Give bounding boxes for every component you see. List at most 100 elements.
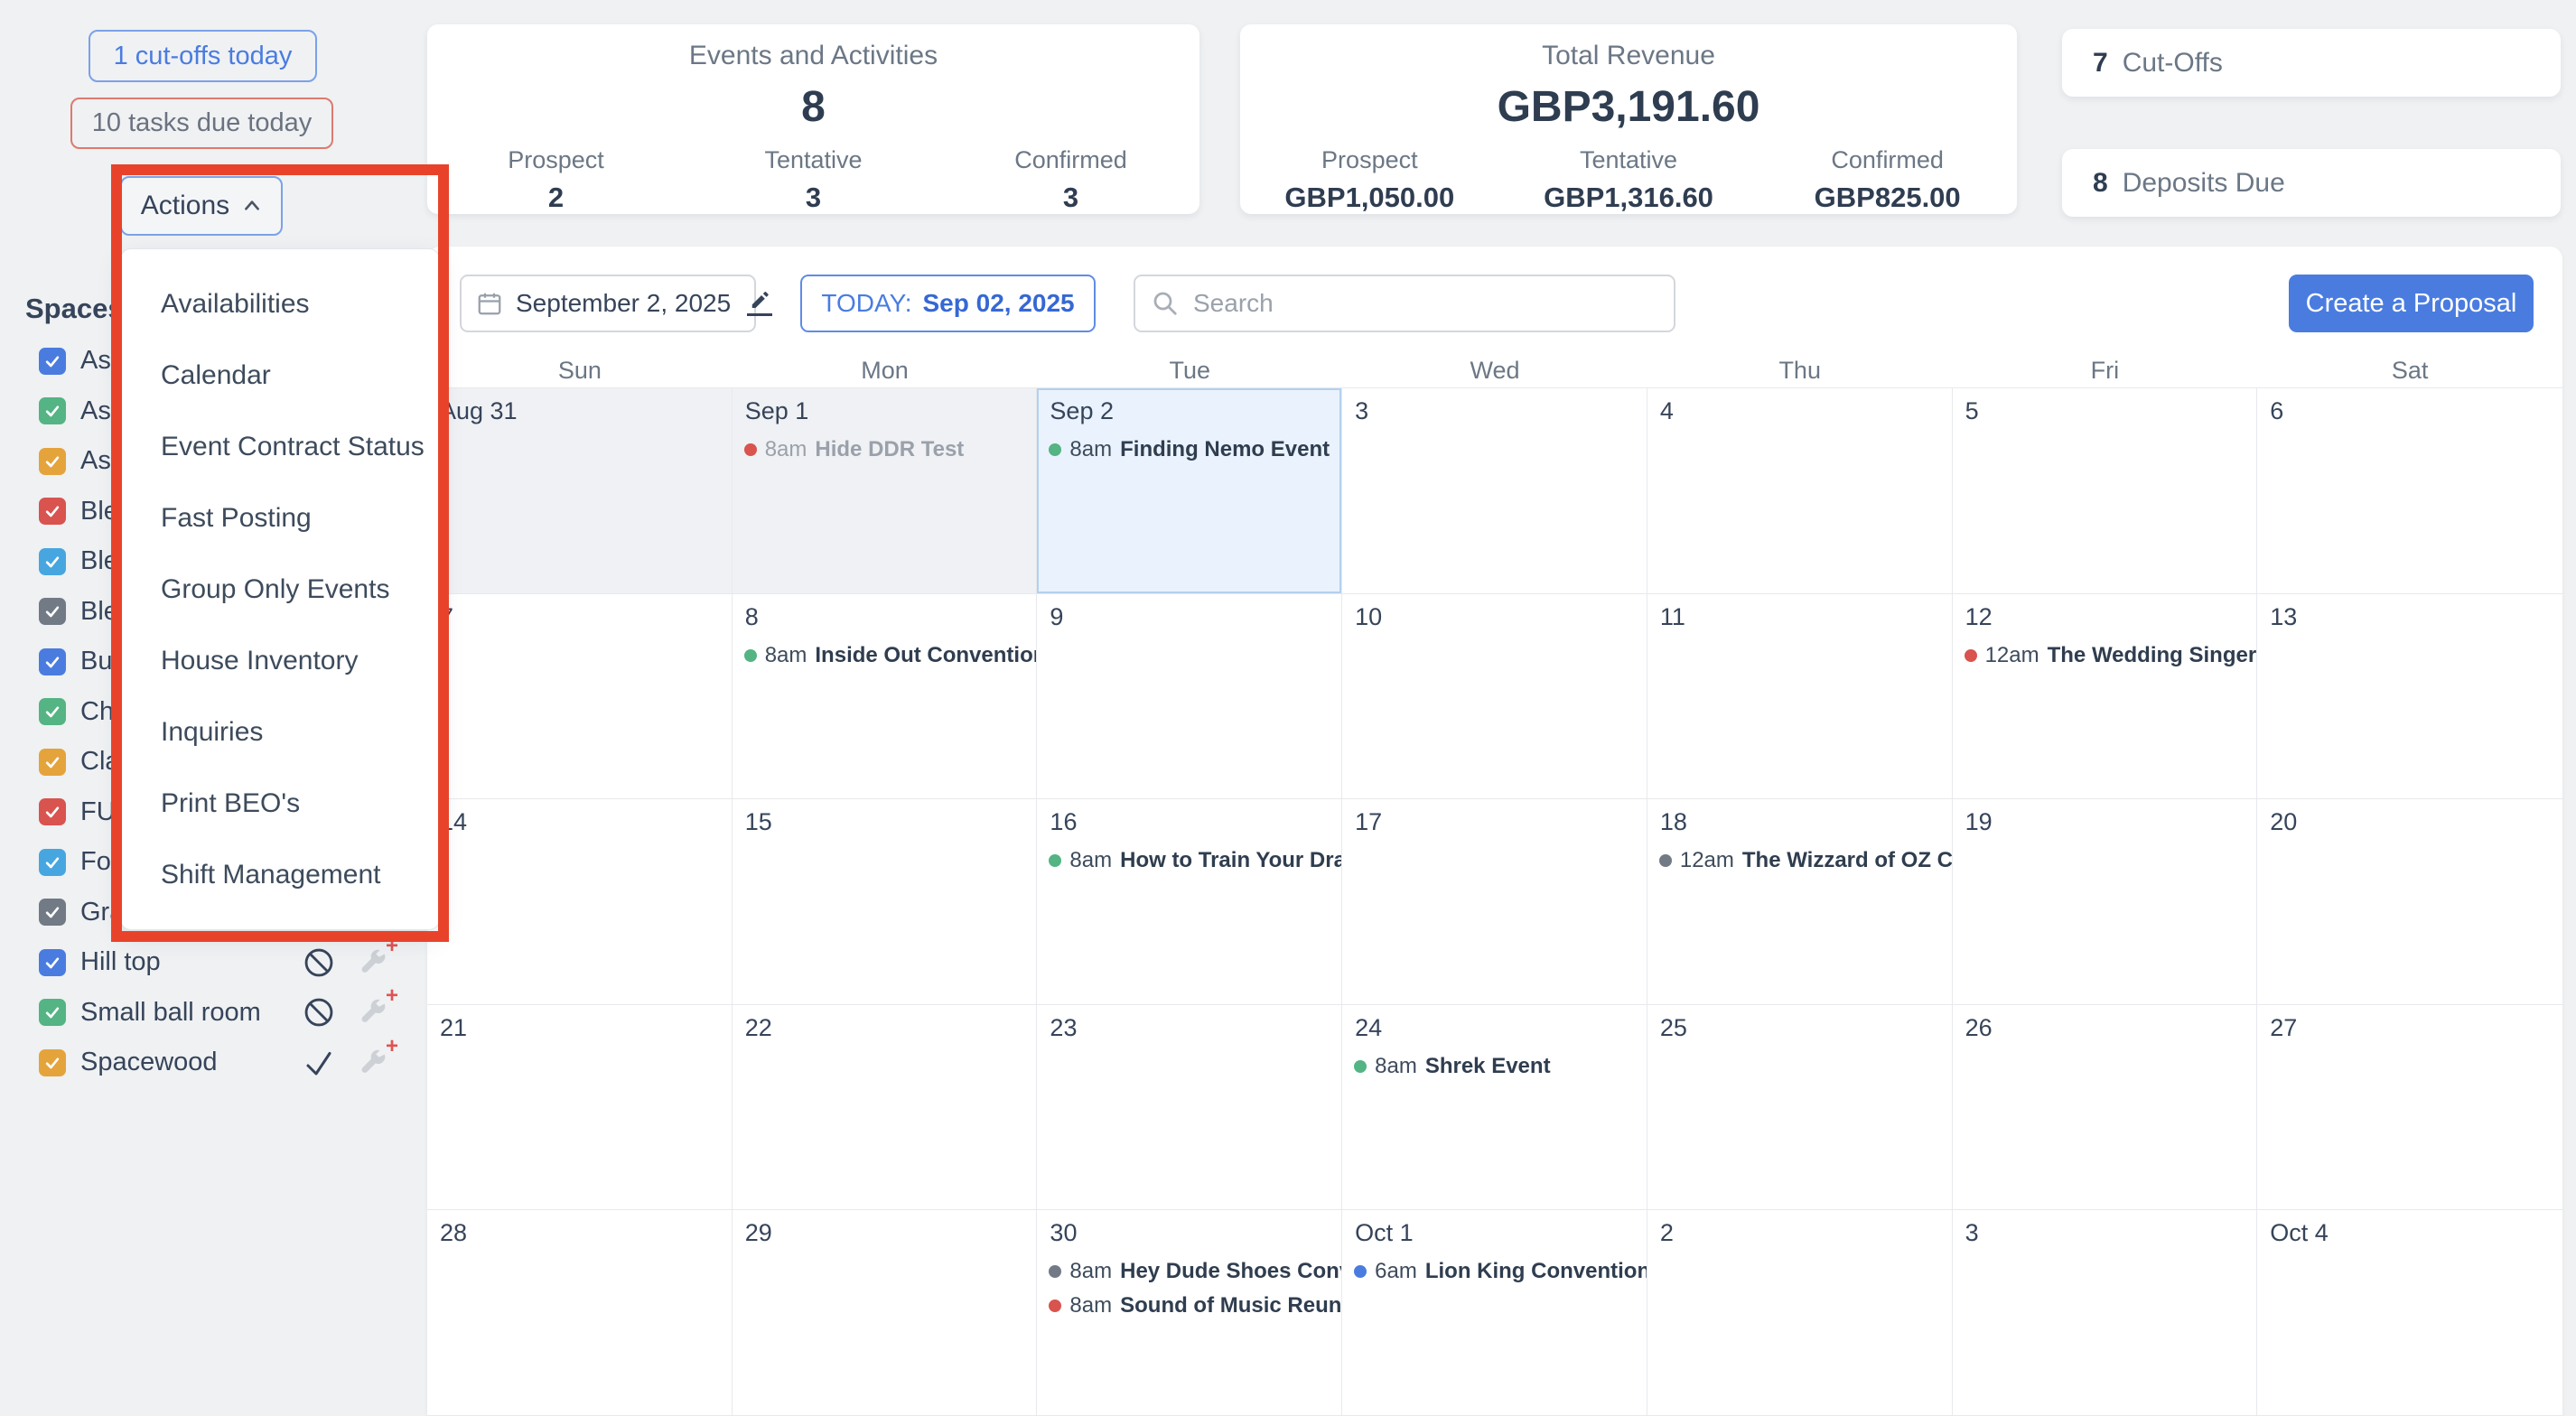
space-checkbox[interactable] <box>39 849 66 876</box>
total-revenue-card: Total Revenue GBP3,191.60 Prospect GBP1,… <box>1240 24 2017 214</box>
calendar-day-cell[interactable]: 5 <box>1953 388 2258 594</box>
calendar-day-cell[interactable]: 11 <box>1647 594 1953 800</box>
calendar-day-cell[interactable]: 18 12am The Wizzard of OZ Co <box>1647 799 1953 1005</box>
calendar-day-cell[interactable]: 6 <box>2257 388 2562 594</box>
calendar-event[interactable]: 8am Hey Dude Shoes Conve <box>1037 1254 1341 1289</box>
cutoffs-today-button[interactable]: 1 cut-offs today <box>89 30 317 82</box>
calendar-event[interactable]: 8am Shrek Event <box>1342 1049 1647 1084</box>
wrench-icon[interactable]: + <box>351 1045 393 1081</box>
checkmark-icon <box>303 1047 335 1079</box>
calendar-day-cell[interactable]: Oct 1 6am Lion King Convention <box>1342 1210 1647 1416</box>
pencil-icon[interactable] <box>747 291 772 316</box>
calendar-day-cell[interactable]: 28 <box>427 1210 733 1416</box>
calendar-event[interactable]: 8am Hide DDR Test <box>733 433 1037 467</box>
calendar-day-cell[interactable]: 9 <box>1037 594 1342 800</box>
calendar-day-cell[interactable]: 25 <box>1647 1005 1953 1211</box>
calendar-day-cell[interactable]: 10 <box>1342 594 1647 800</box>
actions-menu-item[interactable]: Event Contract Status <box>121 411 439 482</box>
calendar-day-cell[interactable]: 27 <box>2257 1005 2562 1211</box>
calendar-day-cell[interactable]: 15 <box>733 799 1038 1005</box>
day-number: 28 <box>427 1210 732 1247</box>
space-checkbox[interactable] <box>39 397 66 424</box>
event-title: The Wizzard of OZ Co <box>1742 848 1952 873</box>
create-proposal-button[interactable]: Create a Proposal <box>2289 275 2534 332</box>
calendar-day-cell[interactable]: 24 8am Shrek Event <box>1342 1005 1647 1211</box>
calendar-day-cell[interactable]: 12 12am The Wedding Singer <box>1953 594 2258 800</box>
weekday-label: Fri <box>1953 357 2258 385</box>
calendar-day-cell[interactable]: Sep 2 8am Finding Nemo Event <box>1037 388 1342 594</box>
space-checkbox[interactable] <box>39 698 66 725</box>
day-number: 12 <box>1953 594 2257 631</box>
day-number: 27 <box>2257 1005 2562 1042</box>
calendar-day-cell[interactable]: 3 <box>1953 1210 2258 1416</box>
actions-menu-item[interactable]: Print BEO's <box>121 768 439 839</box>
actions-menu-item[interactable]: Shift Management <box>121 839 439 910</box>
day-number: 2 <box>1647 1210 1952 1247</box>
space-checkbox[interactable] <box>39 949 66 976</box>
calendar-day-cell[interactable]: 16 8am How to Train Your Drag <box>1037 799 1342 1005</box>
calendar-day-cell[interactable]: 23 <box>1037 1005 1342 1211</box>
calendar-event[interactable]: 8am Inside Out Convention <box>733 638 1037 673</box>
calendar-day-cell[interactable]: 2 <box>1647 1210 1953 1416</box>
event-time: 8am <box>1069 1259 1112 1284</box>
day-number: 5 <box>1953 388 2257 425</box>
space-checkbox[interactable] <box>39 1049 66 1076</box>
space-checkbox[interactable] <box>39 348 66 375</box>
space-checkbox[interactable] <box>39 899 66 926</box>
wrench-icon[interactable]: + <box>351 945 393 981</box>
calendar-day-cell[interactable]: 13 <box>2257 594 2562 800</box>
calendar-icon <box>476 290 503 317</box>
calendar-event[interactable]: 12am The Wizzard of OZ Co <box>1647 843 1952 878</box>
calendar-day-cell[interactable]: 4 <box>1647 388 1953 594</box>
calendar-day-cell[interactable]: 22 <box>733 1005 1038 1211</box>
space-checkbox[interactable] <box>39 448 66 475</box>
space-checkbox[interactable] <box>39 548 66 575</box>
calendar-day-cell[interactable]: 29 <box>733 1210 1038 1416</box>
calendar-event[interactable]: 12am The Wedding Singer <box>1953 638 2257 673</box>
actions-menu-item[interactable]: Group Only Events <box>121 554 439 625</box>
event-status-dot <box>1049 1300 1061 1312</box>
summary-card[interactable]: 8 Deposits Due <box>2062 149 2561 217</box>
calendar-day-cell[interactable]: 8 8am Inside Out Convention <box>733 594 1038 800</box>
actions-menu-item[interactable]: Availabilities <box>121 268 439 340</box>
calendar-day-cell[interactable]: Oct 4 <box>2257 1210 2562 1416</box>
space-checkbox[interactable] <box>39 749 66 776</box>
wrench-icon[interactable]: + <box>351 994 393 1030</box>
calendar-day-cell[interactable]: 21 <box>427 1005 733 1211</box>
search-input[interactable] <box>1191 288 1657 319</box>
space-checkbox[interactable] <box>39 648 66 675</box>
calendar-day-cell[interactable]: 26 <box>1953 1005 2258 1211</box>
tasks-due-button[interactable]: 10 tasks due today <box>70 98 333 149</box>
calendar-day-cell[interactable]: 17 <box>1342 799 1647 1005</box>
summary-card[interactable]: 7 Cut-Offs <box>2062 29 2561 97</box>
calendar-day-cell[interactable]: 7 <box>427 594 733 800</box>
today-button-date: Sep 02, 2025 <box>922 289 1074 318</box>
calendar-event[interactable]: 8am Sound of Music Reunio <box>1037 1289 1341 1323</box>
calendar-day-cell[interactable]: Sep 1 8am Hide DDR Test <box>733 388 1038 594</box>
actions-menu-item[interactable]: Fast Posting <box>121 482 439 554</box>
day-events: 8am Shrek Event <box>1342 1049 1647 1084</box>
calendar-event[interactable]: 8am Finding Nemo Event <box>1037 433 1341 467</box>
calendar-day-cell[interactable]: 19 <box>1953 799 2258 1005</box>
actions-menu-item[interactable]: House Inventory <box>121 625 439 696</box>
space-checkbox[interactable] <box>39 498 66 525</box>
calendar-day-cell[interactable]: Aug 31 <box>427 388 733 594</box>
day-events: 12am The Wizzard of OZ Co <box>1647 843 1952 878</box>
calendar-day-cell[interactable]: 3 <box>1342 388 1647 594</box>
date-picker[interactable]: September 2, 2025 <box>460 275 756 332</box>
space-checkbox[interactable] <box>39 798 66 825</box>
weekday-header-row: SunMonTueWedThuFriSat <box>427 353 2562 388</box>
day-number: 21 <box>427 1005 732 1042</box>
space-label: Bus <box>80 647 126 676</box>
calendar-day-cell[interactable]: 14 <box>427 799 733 1005</box>
calendar-event[interactable]: 6am Lion King Convention <box>1342 1254 1647 1289</box>
actions-menu-item[interactable]: Inquiries <box>121 696 439 768</box>
space-checkbox[interactable] <box>39 598 66 625</box>
calendar-day-cell[interactable]: 30 8am Hey Dude Shoes Conve 8am Sound of… <box>1037 1210 1342 1416</box>
actions-menu-item[interactable]: Calendar <box>121 340 439 411</box>
calendar-day-cell[interactable]: 20 <box>2257 799 2562 1005</box>
actions-button[interactable]: Actions <box>120 176 283 236</box>
calendar-event[interactable]: 8am How to Train Your Drag <box>1037 843 1341 878</box>
space-checkbox[interactable] <box>39 999 66 1026</box>
today-button[interactable]: TODAY: Sep 02, 2025 <box>800 275 1096 332</box>
